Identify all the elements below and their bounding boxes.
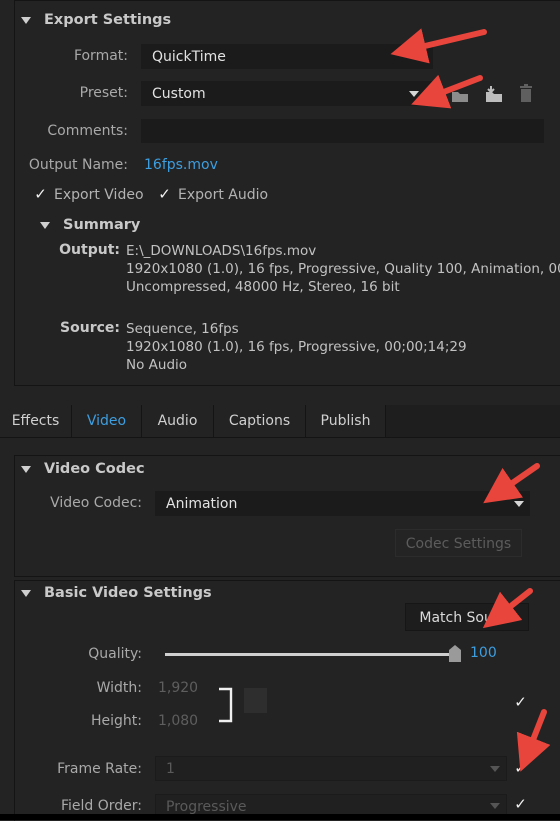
annotation-arrow-match-source bbox=[482, 588, 533, 629]
annotation-arrow-codec bbox=[483, 463, 540, 504]
annotation-arrow-frame-rate bbox=[516, 709, 551, 772]
annotation-arrow-format bbox=[390, 28, 487, 64]
annotation-arrow-preset bbox=[411, 74, 483, 109]
annotation-arrows bbox=[390, 28, 551, 772]
